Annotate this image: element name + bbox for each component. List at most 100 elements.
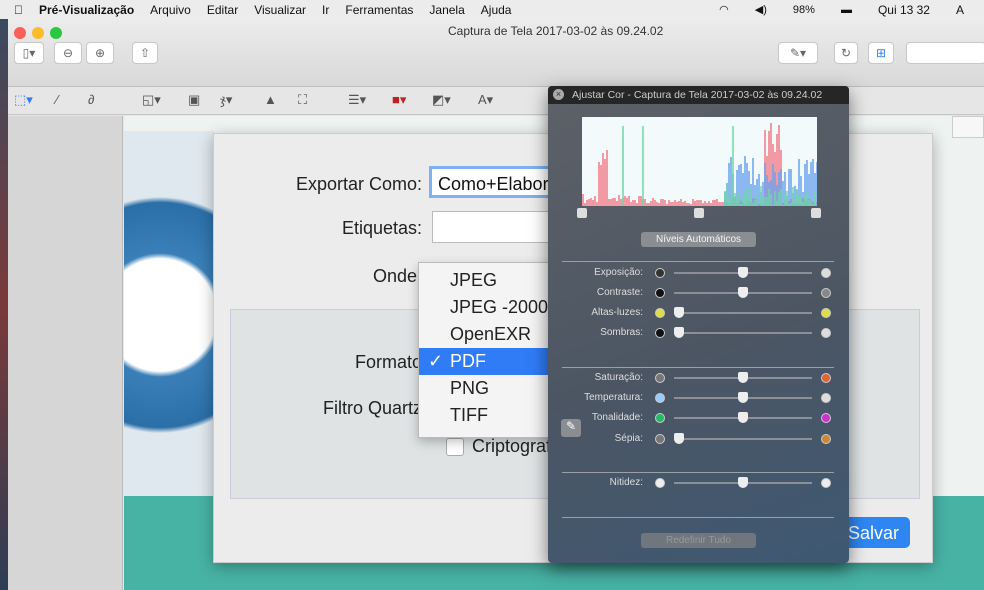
slider-label: Sépia: [615, 433, 643, 444]
zoom-button[interactable] [50, 27, 62, 39]
format-option-jpeg2000[interactable]: JPEG -2000 [419, 294, 557, 321]
selection-icon[interactable]: ⬚▾ [14, 92, 33, 108]
shadows-min-icon [655, 328, 665, 338]
format-option-png[interactable]: PNG [419, 375, 557, 402]
shapes-icon[interactable]: ◱▾ [142, 92, 161, 108]
contrast-min-icon [655, 288, 665, 298]
encrypt-label: Criptografar [472, 436, 558, 457]
border-color-icon[interactable]: ■▾ [392, 92, 406, 108]
zoom-in-icon[interactable]: ⊕ [86, 42, 114, 64]
window-title[interactable]: Captura de Tela 2017-03-02 às 09.24.02 [448, 24, 663, 38]
export-as-label: Exportar Como: [254, 174, 422, 195]
histogram-bar [642, 126, 644, 206]
adjust-color-icon[interactable]: ▲ [264, 92, 277, 107]
menu-editar[interactable]: Editar [207, 3, 238, 17]
shadows-slider[interactable] [674, 332, 812, 334]
saturation-min-icon [655, 373, 665, 383]
exposure-max-icon [821, 268, 831, 278]
battery-percent[interactable]: 98% [793, 4, 815, 16]
where-label: Onde: [254, 266, 422, 287]
edit-toolbar-button[interactable] [952, 116, 984, 138]
close-icon[interactable]: × [553, 89, 564, 100]
levels-black-handle[interactable] [577, 208, 587, 218]
sketch-icon[interactable]: ∂ [88, 92, 94, 107]
slider-label: Sombras: [600, 327, 643, 338]
sidebar-toggle-icon[interactable]: ▯▾ [14, 42, 44, 64]
sharpness-max-icon [821, 478, 831, 488]
menu-arquivo[interactable]: Arquivo [150, 3, 191, 17]
clock[interactable]: Qui 13 32 [878, 3, 930, 17]
search-input[interactable] [906, 42, 984, 64]
toolbox-icon[interactable]: ⊞ [868, 42, 894, 64]
levels-white-handle[interactable] [811, 208, 821, 218]
sharpness-min-icon [655, 478, 665, 488]
slider-label: Contraste: [597, 287, 643, 298]
menu-ferramentas[interactable]: Ferramentas [345, 3, 413, 17]
menu-extra[interactable]: A [956, 3, 964, 17]
divider [562, 261, 834, 262]
line-style-icon[interactable]: ☰▾ [348, 92, 366, 108]
encrypt-checkbox[interactable] [446, 438, 464, 456]
auto-levels-button[interactable]: Níveis Automáticos [641, 232, 756, 247]
signature-icon[interactable]: ჯ▾ [220, 92, 232, 108]
format-option-tiff[interactable]: TIFF [419, 402, 557, 429]
slider-label: Exposição: [594, 267, 643, 278]
temperature-max-icon [821, 393, 831, 403]
fill-color-icon[interactable]: ◩▾ [432, 92, 451, 108]
close-button[interactable] [14, 27, 26, 39]
shadows-slider-thumb[interactable] [674, 327, 684, 338]
contrast-slider-thumb[interactable] [738, 287, 748, 298]
desktop [0, 19, 8, 590]
slider-label: Saturação: [595, 372, 643, 383]
magic-wand-icon[interactable]: ⁄ [56, 92, 58, 107]
sepia-max-icon [821, 434, 831, 444]
histogram-bar [816, 205, 817, 206]
histogram [582, 117, 817, 206]
panel-title-bar: × Ajustar Cor - Captura de Tela 2017-03-… [548, 86, 849, 104]
markup-pen-icon[interactable]: ✎▾ [778, 42, 818, 64]
format-option-jpeg[interactable]: JPEG [419, 267, 557, 294]
menu-ir[interactable]: Ir [322, 3, 329, 17]
slider-row-contrast: Contraste: [548, 284, 849, 302]
contrast-max-icon [821, 288, 831, 298]
format-dropdown-menu: JPEG JPEG -2000 OpenEXR ✓ PDF PNG TIFF [418, 262, 558, 438]
minimize-button[interactable] [32, 27, 44, 39]
exposure-slider-thumb[interactable] [738, 267, 748, 278]
text-style-icon[interactable]: A▾ [478, 92, 493, 108]
zoom-out-icon[interactable]: ⊖ [54, 42, 82, 64]
temperature-min-icon [655, 393, 665, 403]
highlights-slider[interactable] [674, 312, 812, 314]
battery-icon[interactable]: ▬ [841, 4, 852, 16]
slider-label: Altas-luzes: [591, 307, 643, 318]
temperature-slider-thumb[interactable] [738, 392, 748, 403]
sharpness-slider-thumb[interactable] [738, 477, 748, 488]
tint-min-icon [655, 413, 665, 423]
format-label: Formato [254, 352, 422, 373]
tags-field[interactable] [432, 211, 562, 243]
menu-ajuda[interactable]: Ajuda [481, 3, 512, 17]
adjust-size-icon[interactable]: ⛶ [298, 92, 307, 108]
format-option-openexr[interactable]: OpenEXR [419, 321, 557, 348]
menu-janela[interactable]: Janela [429, 3, 464, 17]
saturation-slider-thumb[interactable] [738, 372, 748, 383]
menu-app[interactable]: Pré-Visualização [39, 3, 134, 17]
volume-icon[interactable]: ◀) [755, 3, 767, 16]
eyedropper-button[interactable]: ✎ [561, 419, 581, 437]
save-button[interactable]: Salvar [840, 517, 910, 548]
sepia-slider-thumb[interactable] [674, 433, 684, 444]
sepia-slider[interactable] [674, 438, 812, 440]
rotate-icon[interactable]: ↻ [834, 42, 858, 64]
apple-icon[interactable]:  [14, 3, 23, 17]
highlights-slider-thumb[interactable] [674, 307, 684, 318]
share-icon[interactable]: ⇧ [132, 42, 158, 64]
format-option-pdf[interactable]: ✓ PDF [419, 348, 557, 375]
levels-mid-handle[interactable] [694, 208, 704, 218]
reset-all-button[interactable]: Redefinir Tudo [641, 533, 756, 548]
wifi-icon[interactable]: ◠ [719, 3, 729, 16]
tint-slider-thumb[interactable] [738, 412, 748, 423]
histogram-bar [816, 162, 817, 206]
slider-row-temperature: Temperatura: [548, 389, 849, 407]
menu-visualizar[interactable]: Visualizar [254, 3, 306, 17]
slider-row-tint: Tonalidade: [548, 409, 849, 427]
text-icon[interactable]: ▣ [188, 92, 200, 108]
